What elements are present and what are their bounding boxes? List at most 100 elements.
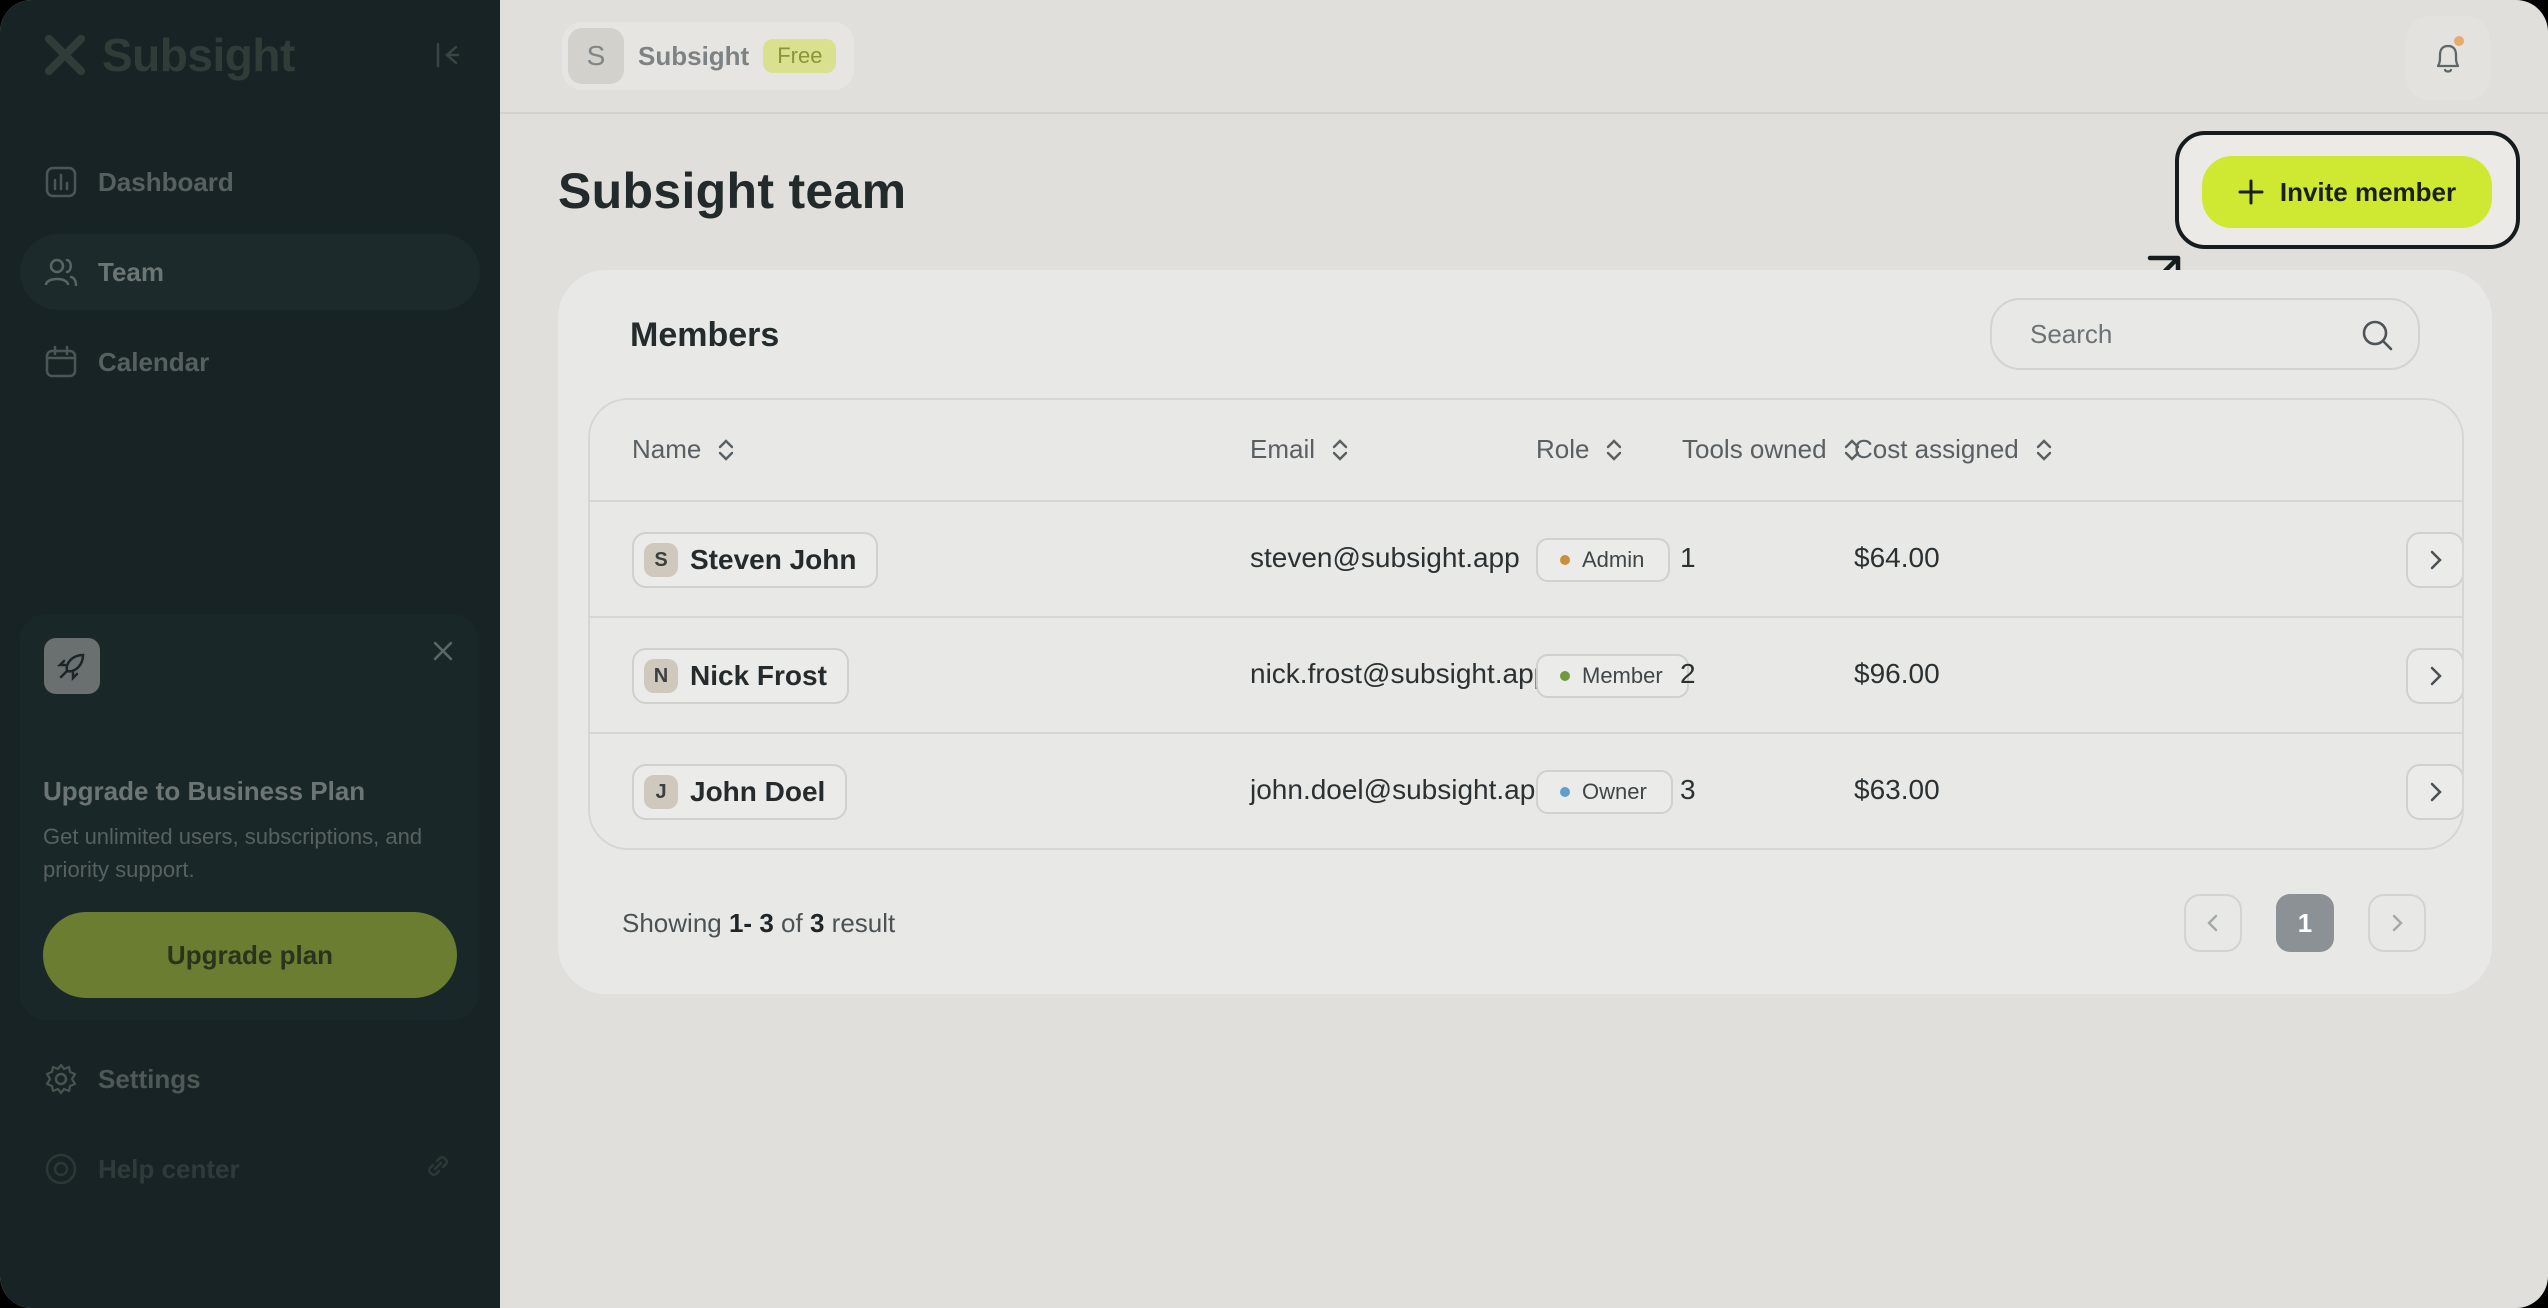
member-email: steven@subsight.app bbox=[1250, 542, 1520, 573]
link-icon bbox=[428, 1156, 448, 1176]
tools-owned: 1 bbox=[1680, 542, 1696, 573]
notification-dot bbox=[2454, 36, 2464, 46]
column-header-cost-assigned[interactable]: Cost assigned bbox=[1854, 434, 2055, 465]
members-card: Members Name Email Role bbox=[558, 270, 2492, 994]
collapse-sidebar-icon[interactable] bbox=[430, 38, 464, 72]
column-header-role[interactable]: Role bbox=[1536, 434, 1625, 465]
invite-member-button[interactable]: Invite member bbox=[2202, 156, 2492, 228]
table-row[interactable]: N Nick Frost nick.frost@subsight.app Mem… bbox=[590, 618, 2462, 734]
cost-assigned: $64.00 bbox=[1854, 542, 1940, 573]
app-window: Subsight Dashboard Team Calendar Upgrade… bbox=[0, 0, 2548, 1308]
gear-icon bbox=[45, 1063, 77, 1095]
sort-icon bbox=[719, 438, 734, 461]
member-name-chip[interactable]: J John Doel bbox=[632, 764, 848, 820]
column-header-email[interactable]: Email bbox=[1250, 434, 1351, 465]
sort-icon bbox=[1607, 438, 1622, 461]
next-page-button[interactable] bbox=[2368, 894, 2426, 952]
close-icon[interactable] bbox=[430, 638, 456, 664]
sort-icon bbox=[2036, 438, 2051, 461]
role-dot bbox=[1560, 787, 1570, 797]
chevron-right-icon bbox=[2430, 666, 2442, 686]
chevron-right-icon bbox=[2392, 914, 2403, 932]
column-header-name[interactable]: Name bbox=[632, 434, 737, 465]
showing-prefix: Showing bbox=[622, 908, 722, 938]
chevron-left-icon bbox=[2207, 914, 2218, 932]
upgrade-description: Get unlimited users, subscriptions, and … bbox=[43, 824, 423, 882]
search-box[interactable] bbox=[1990, 298, 2420, 370]
page-number-current[interactable]: 1 bbox=[2276, 894, 2334, 952]
sidebar-item-dashboard[interactable]: Dashboard bbox=[20, 144, 480, 220]
search-input[interactable] bbox=[2030, 318, 2330, 350]
workspace-name: Subsight bbox=[638, 40, 750, 71]
plus-icon bbox=[2238, 179, 2264, 205]
tools-owned: 2 bbox=[1680, 658, 1696, 689]
sidebar-item-help-center[interactable]: Help center bbox=[44, 1152, 240, 1186]
role-dot bbox=[1560, 555, 1570, 565]
column-label: Tools owned bbox=[1682, 434, 1827, 464]
plan-badge: Free bbox=[763, 39, 837, 73]
cost-assigned: $63.00 bbox=[1854, 774, 1940, 805]
column-header-tools-owned[interactable]: Tools owned bbox=[1682, 434, 1863, 465]
sidebar-item-label: Dashboard bbox=[98, 166, 234, 197]
avatar: N bbox=[644, 659, 678, 693]
page-title: Subsight team bbox=[558, 163, 907, 219]
row-detail-button[interactable] bbox=[2406, 648, 2462, 704]
role-dot bbox=[1560, 671, 1570, 681]
rocket-icon bbox=[44, 638, 100, 694]
sort-icon bbox=[1332, 438, 1348, 461]
sidebar-item-label: Settings bbox=[98, 1063, 201, 1094]
role-label: Owner bbox=[1582, 779, 1647, 804]
total-count: 3 bbox=[809, 908, 825, 938]
tools-owned: 3 bbox=[1680, 774, 1696, 805]
role-label: Admin bbox=[1582, 547, 1645, 572]
search-icon[interactable] bbox=[2360, 318, 2394, 352]
member-email: nick.frost@subsight.app bbox=[1250, 658, 1550, 689]
members-heading: Members bbox=[630, 316, 780, 354]
members-table: Name Email Role Tools owned Cost assigne… bbox=[588, 398, 2464, 850]
brand[interactable]: Subsight bbox=[42, 26, 295, 84]
sidebar-item-team[interactable]: Team bbox=[20, 234, 480, 310]
column-label: Name bbox=[632, 434, 702, 464]
pagination-summary: Showing 1- 3 of 3 result bbox=[622, 908, 895, 939]
avatar: J bbox=[644, 775, 678, 809]
role-badge: Admin bbox=[1536, 538, 1671, 582]
upgrade-title: Upgrade to Business Plan bbox=[43, 776, 366, 806]
prev-page-button[interactable] bbox=[2184, 894, 2242, 952]
avatar: S bbox=[644, 543, 678, 577]
sidebar-item-settings[interactable]: Settings bbox=[44, 1062, 201, 1096]
table-header: Name Email Role Tools owned Cost assigne… bbox=[590, 400, 2462, 502]
upgrade-card: Upgrade to Business Plan Get unlimited u… bbox=[20, 614, 478, 1020]
workspace-avatar: S bbox=[568, 28, 624, 84]
row-detail-button[interactable] bbox=[2406, 532, 2462, 588]
role-badge: Owner bbox=[1536, 770, 1673, 814]
brand-name: Subsight bbox=[102, 29, 295, 81]
range-start: 1- bbox=[728, 908, 753, 938]
of-word: of bbox=[781, 908, 803, 938]
column-label: Cost assigned bbox=[1854, 434, 2019, 464]
sidebar-item-label: Help center bbox=[98, 1153, 240, 1184]
column-label: Role bbox=[1536, 434, 1590, 464]
chart-icon bbox=[45, 166, 77, 198]
sidebar-item-label: Calendar bbox=[98, 346, 210, 377]
table-row[interactable]: J John Doel john.doel@subsight.ap... Own… bbox=[590, 734, 2462, 848]
logo-icon bbox=[44, 34, 86, 76]
notifications-button[interactable] bbox=[2406, 16, 2490, 100]
result-word: result bbox=[831, 908, 896, 938]
cost-assigned: $96.00 bbox=[1854, 658, 1940, 689]
calendar-icon bbox=[45, 345, 77, 378]
member-name: Steven John bbox=[690, 544, 857, 575]
member-name-chip[interactable]: N Nick Frost bbox=[632, 648, 849, 704]
table-row[interactable]: S Steven John steven@subsight.app Admin … bbox=[590, 502, 2462, 618]
invite-member-label: Invite member bbox=[2279, 176, 2457, 207]
chevron-right-icon bbox=[2430, 782, 2442, 802]
row-detail-button[interactable] bbox=[2406, 764, 2462, 820]
member-name-chip[interactable]: S Steven John bbox=[632, 532, 879, 588]
upgrade-plan-button[interactable]: Upgrade plan bbox=[43, 912, 457, 998]
workspace-switcher[interactable]: S Subsight Free bbox=[562, 22, 854, 90]
chevron-right-icon bbox=[2430, 550, 2442, 570]
users-icon bbox=[44, 258, 78, 287]
lifebuoy-icon bbox=[45, 1153, 77, 1185]
sidebar-item-calendar[interactable]: Calendar bbox=[20, 324, 480, 400]
member-email: john.doel@subsight.ap... bbox=[1250, 774, 1559, 805]
sidebar-item-label: Team bbox=[98, 256, 164, 287]
